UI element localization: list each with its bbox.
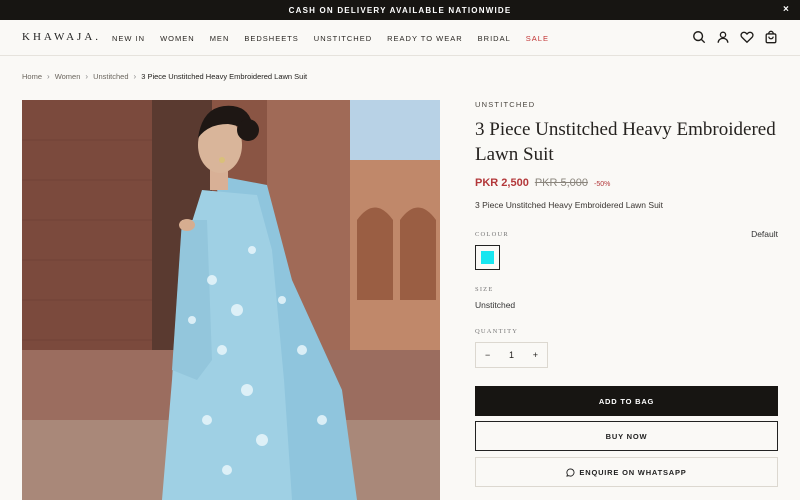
chevron-right-icon: › [47, 72, 50, 81]
breadcrumb-home[interactable]: Home [22, 72, 42, 81]
colour-swatch[interactable] [475, 245, 500, 270]
quantity-stepper: − 1 + [475, 342, 548, 368]
add-to-bag-button[interactable]: ADD TO BAG [475, 386, 778, 416]
size-value: Unstitched [475, 300, 516, 310]
header-icons [692, 30, 778, 44]
discount-badge: -50% [594, 181, 611, 188]
breadcrumb-women[interactable]: Women [55, 72, 81, 81]
product-title: 3 Piece Unstitched Heavy Embroidered Law… [475, 119, 776, 165]
close-icon[interactable]: × [783, 4, 790, 16]
search-icon[interactable] [692, 30, 706, 44]
whatsapp-label: ENQUIRE ON WHATSAPP [579, 467, 687, 477]
nav-women[interactable]: WOMEN [160, 34, 195, 43]
chevron-right-icon: › [133, 72, 137, 81]
colour-label: COLOUR [475, 230, 509, 238]
nav-unstitched[interactable]: UNSTITCHED [314, 34, 372, 43]
quantity-value[interactable]: 1 [509, 350, 514, 360]
logo[interactable]: KHAWAJA. [22, 31, 101, 43]
announcement-bar: CASH ON DELIVERY AVAILABLE NATIONWIDE × [0, 0, 800, 20]
breadcrumb-unstitched[interactable]: Unstitched [93, 72, 128, 81]
nav-ready-to-wear[interactable]: READY TO WEAR [387, 34, 463, 43]
main-nav: NEW IN WOMEN MEN BEDSHEETS UNSTITCHED RE… [112, 20, 549, 56]
nav-bedsheets[interactable]: BEDSHEETS [244, 34, 298, 43]
sale-price: PKR 2,500 [475, 177, 529, 189]
product-image[interactable] [22, 100, 440, 500]
site-header: KHAWAJA. NEW IN WOMEN MEN BEDSHEETS UNST… [0, 20, 800, 56]
nav-bridal[interactable]: BRIDAL [478, 34, 511, 43]
swatch-fill [481, 251, 494, 264]
breadcrumb: Home › Women › Unstitched › 3 Piece Unst… [22, 72, 307, 81]
breadcrumb-current: 3 Piece Unstitched Heavy Embroidered Law… [141, 72, 308, 81]
product-info: UNSTITCHED 3 Piece Unstitched Heavy Embr… [475, 100, 778, 487]
product-description: 3 Piece Unstitched Heavy Embroidered Law… [475, 200, 664, 210]
product-category: UNSTITCHED [475, 100, 536, 109]
buy-now-button[interactable]: BUY NOW [475, 421, 778, 451]
minus-icon[interactable]: − [485, 350, 490, 360]
size-label: SIZE [475, 286, 494, 293]
nav-new-in[interactable]: NEW IN [112, 34, 145, 43]
colour-value: Default [751, 229, 778, 239]
price-row: PKR 2,500 PKR 5,000 -50% [475, 177, 778, 189]
whatsapp-button[interactable]: ENQUIRE ON WHATSAPP [475, 457, 778, 487]
nav-sale[interactable]: SALE [526, 34, 549, 43]
chevron-right-icon: › [85, 72, 89, 81]
bag-icon[interactable] [764, 30, 778, 44]
chat-icon [566, 467, 575, 477]
plus-icon[interactable]: + [533, 350, 538, 360]
nav-men[interactable]: MEN [210, 34, 230, 43]
colour-header: COLOUR Default [475, 229, 778, 239]
quantity-label: QUANTITY [475, 328, 519, 335]
announcement-text: CASH ON DELIVERY AVAILABLE NATIONWIDE [288, 5, 512, 15]
account-icon[interactable] [716, 30, 730, 44]
compare-price: PKR 5,000 [534, 177, 589, 189]
heart-icon[interactable] [740, 30, 754, 44]
